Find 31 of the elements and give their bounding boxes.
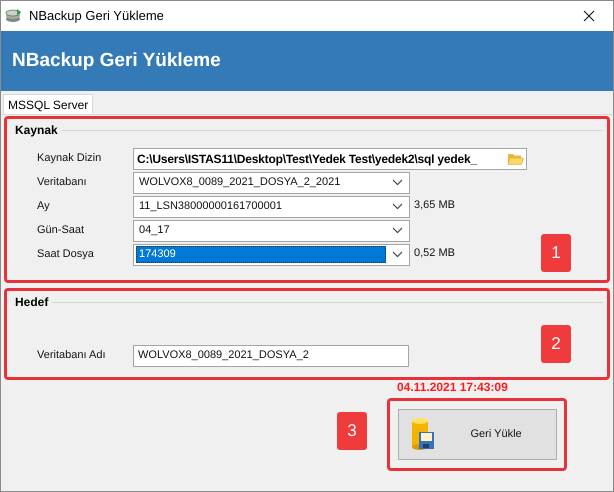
field-label: Veritabanı Adı xyxy=(36,348,106,364)
path-field[interactable]: C:\Users\ISTAS11\Desktop\Test\Yedek Test\yedek2\sql yedek_ xyxy=(133,148,527,170)
number-badge: 1 xyxy=(541,234,571,272)
field-label: Ay xyxy=(36,199,51,214)
window-title: NBackup Geri Yükleme xyxy=(29,7,164,26)
timestamp: 04.11.2021 17:43:09 xyxy=(397,380,508,394)
group-title: Kaynak xyxy=(15,122,58,139)
field-label: Veritabanı xyxy=(36,175,88,190)
field-label: Saat Dosya xyxy=(36,247,95,262)
file-size: 3,65 MB xyxy=(414,198,455,213)
dropdown[interactable]: 174309 xyxy=(133,244,410,266)
app-icon xyxy=(5,8,23,24)
dropdown[interactable]: WOLVOX8_0089_2021_DOSYA_2_2021 xyxy=(133,172,410,194)
close-icon xyxy=(583,10,595,22)
header-title: NBackup Geri Yükleme xyxy=(12,48,221,73)
chevron-down-icon xyxy=(392,251,403,258)
field-label: Kaynak Dizin xyxy=(36,151,102,166)
group-title: Hedef xyxy=(15,294,48,311)
number-badge: 2 xyxy=(541,325,571,363)
number-badge: 3 xyxy=(337,412,367,450)
database-save-icon xyxy=(410,416,434,452)
restore-button[interactable]: Geri Yükle xyxy=(398,409,556,460)
tab[interactable]: MSSQL Server xyxy=(3,94,94,114)
text-field[interactable]: WOLVOX8_0089_2021_DOSYA_2 xyxy=(133,344,409,366)
chevron-down-icon xyxy=(392,179,403,186)
dropdown[interactable]: 11_LSN38000000161700001 xyxy=(133,196,410,218)
chevron-down-icon xyxy=(392,203,403,210)
dropdown[interactable]: 04_17 xyxy=(133,220,410,242)
chevron-down-icon xyxy=(392,227,403,234)
field-label: Gün-Saat xyxy=(36,223,86,238)
file-size: 0,52 MB xyxy=(414,246,455,261)
